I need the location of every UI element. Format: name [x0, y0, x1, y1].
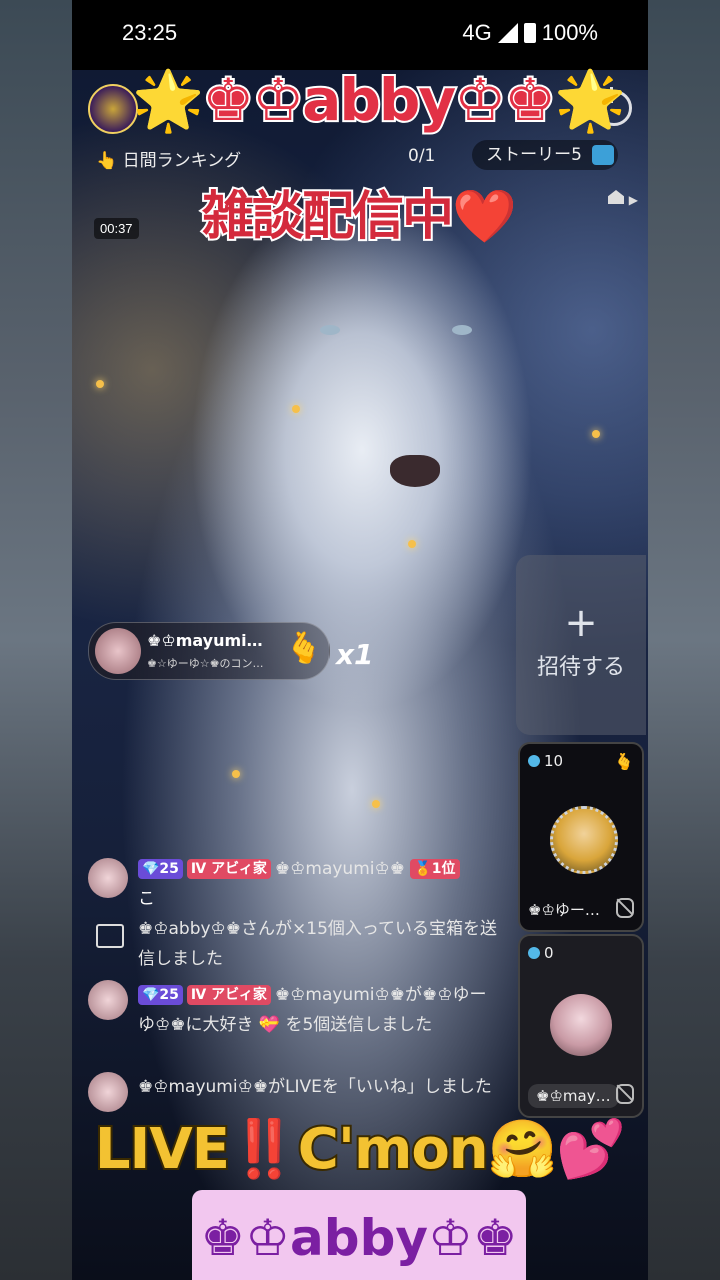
- family-badge: Ⅳ アビィ家: [186, 985, 271, 1005]
- family-badge: Ⅳ アビィ家: [186, 859, 271, 879]
- sender-avatar: [95, 628, 141, 674]
- gift-icon: 🫰: [285, 631, 323, 666]
- chat-avatar[interactable]: [88, 858, 128, 898]
- story-button[interactable]: ストーリー5: [472, 140, 618, 170]
- sparkle: [592, 430, 600, 438]
- guest-name: ♚♔ゆー…: [528, 901, 600, 919]
- phone-screen: 23:25 4G 100% 🌟♚♔abby♔♚🌟 👆 日間ランキング 0/1 ス…: [72, 0, 648, 1280]
- coin-icon: [528, 755, 540, 767]
- network-label: 4G: [462, 20, 492, 45]
- title-overlay: 🌟♚♔abby♔♚🌟: [130, 64, 628, 136]
- chat-body: こ: [138, 889, 155, 909]
- status-indicators: 4G 100%: [462, 20, 598, 46]
- battery-icon: [523, 23, 536, 43]
- status-time: 23:25: [122, 20, 178, 45]
- gift-multiplier: x1: [336, 638, 374, 671]
- blurred-background-right: [648, 0, 720, 1280]
- sparkle: [96, 380, 104, 388]
- info-row: 👆 日間ランキング 0/1 ストーリー5: [88, 140, 632, 172]
- level-badge: 💎25: [138, 985, 183, 1005]
- host-avatar[interactable]: [88, 84, 138, 134]
- heart-gesture-icon: 🫰: [614, 752, 634, 771]
- chat-avatar[interactable]: [88, 1072, 128, 1112]
- sparkle: [372, 800, 380, 808]
- viewer-count: 0/1: [408, 146, 436, 166]
- lion-nose: [390, 455, 440, 487]
- overlay-cmon: C'mon🤗💕: [296, 1115, 628, 1184]
- guest-score-value: 0: [544, 944, 554, 962]
- invite-button[interactable]: + 招待する: [516, 555, 646, 735]
- name-banner: ♚♔abby♔♚: [192, 1190, 526, 1280]
- guest-score-value: 10: [544, 752, 564, 770]
- guest-score: 10: [528, 752, 563, 770]
- coin-icon: [528, 947, 540, 959]
- guest-card[interactable]: 0 ♚♔may…: [518, 934, 644, 1118]
- sparkle: [292, 405, 300, 413]
- mic-muted-icon[interactable]: [616, 1084, 634, 1104]
- daily-ranking[interactable]: 👆 日間ランキング: [96, 146, 241, 171]
- plus-icon: +: [564, 600, 598, 646]
- guest-avatar: [550, 994, 612, 1056]
- gift-notification: ♚♔mayumi… ♚☆ゆーゆ☆♚のコン… 🫰: [88, 622, 330, 680]
- invite-label: 招待する: [536, 655, 625, 680]
- chat-text: 💎25 Ⅳ アビィ家 ♚♔mayumi♔♚ 🏅1位 こ: [138, 854, 498, 914]
- level-badge: 💎25: [138, 859, 183, 879]
- guest-score: 0: [528, 944, 554, 962]
- sparkle: [232, 770, 240, 778]
- sparkle: [408, 540, 416, 548]
- treasure-chest-icon: [96, 924, 124, 948]
- sender-name: ♚♔mayumi…: [147, 631, 263, 650]
- mic-muted-icon[interactable]: [616, 898, 634, 918]
- lion-eye-right: [452, 325, 472, 335]
- ranking-label: 日間ランキング: [122, 151, 242, 171]
- signal-icon: [497, 23, 518, 43]
- lion-eye-left: [320, 325, 340, 335]
- guest-avatar: [550, 806, 618, 874]
- chat-body: ♚♔mayumi♔♚がLIVEを「いいね」しました: [138, 1077, 492, 1097]
- chat-avatar[interactable]: [88, 980, 128, 1020]
- bottom-overlay-text: LIVE‼️C'mon🤗💕: [72, 1115, 648, 1184]
- status-bar: 23:25 4G 100%: [72, 0, 648, 70]
- blurred-background-left: [0, 0, 72, 1280]
- rank-badge: 🏅1位: [410, 859, 460, 879]
- chat-text: 💎25 Ⅳ アビィ家 ♚♔mayumi♔♚が♚♔ゆーゆ♔♚に大好き 💝 を5個送信し…: [138, 980, 498, 1040]
- battery-percent: 100%: [541, 20, 598, 45]
- chevron-right-icon[interactable]: ▶: [629, 193, 638, 207]
- overlay-exclamation: ‼️: [227, 1115, 301, 1184]
- chat-user: ♚♔mayumi♔♚: [274, 859, 405, 879]
- subtitle-overlay: 雑談配信中❤️: [200, 185, 519, 249]
- elapsed-timer: 00:37: [94, 218, 139, 239]
- guest-card[interactable]: 10 🫰 ♚♔ゆー…: [518, 742, 644, 932]
- gift-subtext: ♚☆ゆーゆ☆♚のコン…: [147, 657, 264, 670]
- story-label: ストーリー5: [486, 145, 582, 165]
- guest-name: ♚♔may…: [528, 1084, 619, 1108]
- overlay-live: LIVE: [93, 1115, 232, 1184]
- chat-body: ♚♔abby♔♚さんが×15個入っている宝箱を送信しました: [138, 919, 498, 969]
- story-icon: [592, 145, 614, 165]
